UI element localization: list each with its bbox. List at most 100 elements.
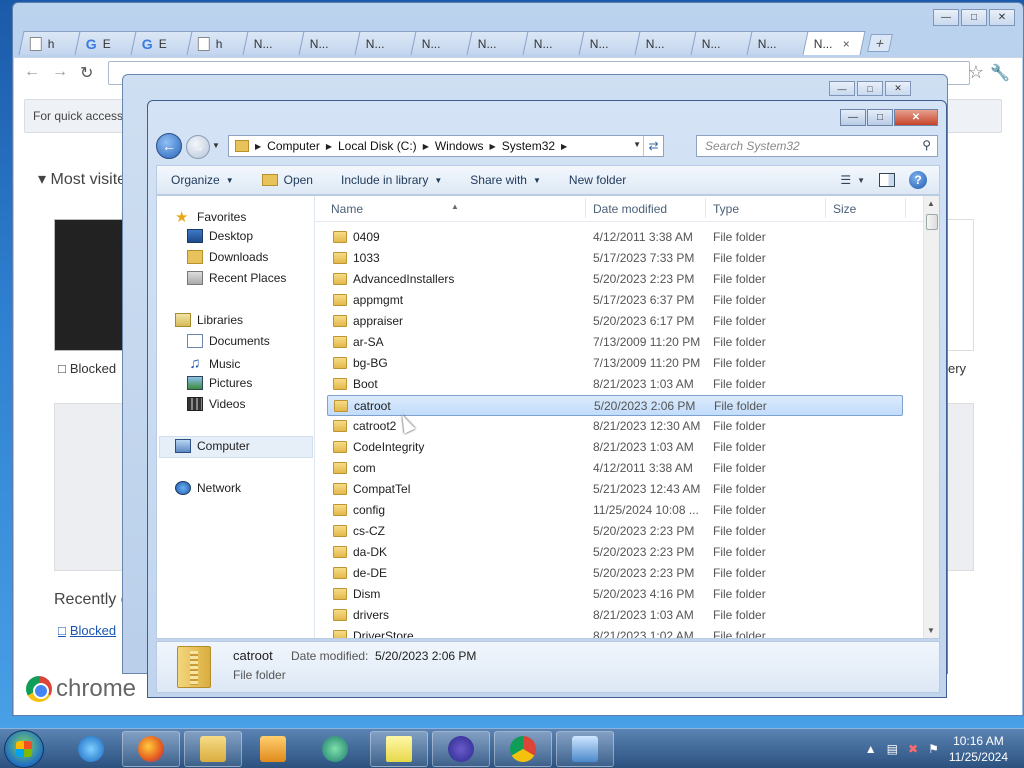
file-row[interactable]: config 11/25/2024 10:08 ... File folder: [327, 500, 903, 521]
explorer-minimize-button[interactable]: —: [840, 109, 866, 126]
forward-button[interactable]: →: [186, 135, 210, 159]
chevron-right-icon[interactable]: ▶: [255, 142, 261, 151]
file-row[interactable]: de-DE 5/20/2023 2:23 PM File folder: [327, 563, 903, 584]
browser-tab[interactable]: N...: [410, 31, 474, 55]
forward-arrow-icon[interactable]: →: [52, 63, 68, 81]
file-row[interactable]: com 4/12/2011 3:38 AM File folder: [327, 458, 903, 479]
right-thumbnail[interactable]: [944, 219, 974, 351]
nav-music[interactable]: ♫ Music: [187, 355, 240, 372]
browser-tab[interactable]: N...: [578, 31, 642, 55]
file-row[interactable]: AdvancedInstallers 5/20/2023 2:23 PM File …: [327, 269, 903, 290]
scroll-up-icon[interactable]: ▲: [927, 199, 935, 208]
file-row[interactable]: cs-CZ 5/20/2023 2:23 PM File folder: [327, 521, 903, 542]
browser-tab[interactable]: N...: [746, 31, 810, 55]
show-hidden-icons-icon[interactable]: ▲: [865, 742, 877, 756]
nav-videos[interactable]: Videos: [187, 397, 245, 411]
wrench-icon[interactable]: 🔧: [990, 63, 1010, 83]
taskbar-visual-studio[interactable]: [432, 731, 490, 767]
nav-libraries[interactable]: Libraries: [175, 313, 243, 327]
browser-tab[interactable]: N...: [354, 31, 418, 55]
browser-tab[interactable]: GE: [130, 31, 194, 55]
scrollbar-thumb[interactable]: [926, 214, 938, 230]
nav-recent-places[interactable]: Recent Places: [187, 271, 286, 285]
file-row[interactable]: drivers 8/21/2023 1:03 AM File folder: [327, 605, 903, 626]
browser-tab[interactable]: N...: [242, 31, 306, 55]
browser-tab[interactable]: N... ×: [802, 31, 866, 55]
nav-network[interactable]: Network: [175, 481, 241, 495]
breadcrumb-item[interactable]: Local Disk (C:) ▶: [338, 139, 429, 153]
browser-tab[interactable]: N...: [522, 31, 586, 55]
back-button[interactable]: ←: [156, 133, 182, 159]
clock[interactable]: 10:16 AM 11/25/2024: [949, 733, 1008, 765]
search-input[interactable]: Search System32 ⚲: [696, 135, 938, 157]
browser-tab[interactable]: N...: [634, 31, 698, 55]
file-row[interactable]: catroot 5/20/2023 2:06 PM File folder: [327, 395, 903, 416]
file-row[interactable]: Boot 8/21/2023 1:03 AM File folder: [327, 374, 903, 395]
nav-favorites[interactable]: ★ Favorites: [175, 208, 246, 226]
column-name[interactable]: Name: [331, 202, 363, 216]
taskbar-explorer[interactable]: [184, 731, 242, 767]
nav-documents[interactable]: Documents: [187, 334, 270, 348]
bg-maximize-button[interactable]: □: [857, 81, 883, 96]
recently-closed-link[interactable]: □ Blocked: [58, 623, 116, 638]
new-folder-button[interactable]: New folder: [555, 166, 640, 194]
browser-tab[interactable]: h: [18, 31, 82, 55]
browser-tab[interactable]: h: [186, 31, 250, 55]
action-center-icon[interactable]: ⚑: [928, 742, 939, 756]
change-view-button[interactable]: ☰ ▼: [840, 173, 865, 187]
column-divider[interactable]: [705, 198, 706, 218]
taskbar-ie[interactable]: [62, 731, 120, 767]
reload-icon[interactable]: ↻: [80, 63, 93, 83]
chevron-right-icon[interactable]: ▶: [423, 142, 429, 151]
vertical-scrollbar[interactable]: ▲ ▼: [923, 196, 939, 638]
file-row[interactable]: CompatTel 5/21/2023 12:43 AM File folder: [327, 479, 903, 500]
file-row[interactable]: bg-BG 7/13/2009 11:20 PM File folder: [327, 353, 903, 374]
network-status-icon[interactable]: ▤: [887, 742, 898, 756]
bg-minimize-button[interactable]: —: [829, 81, 855, 96]
chevron-right-icon[interactable]: ▶: [561, 142, 567, 151]
back-arrow-icon[interactable]: ←: [24, 63, 40, 81]
file-row[interactable]: 1033 5/17/2023 7:33 PM File folder: [327, 248, 903, 269]
breadcrumb-item[interactable]: Computer ▶: [267, 139, 332, 153]
file-row[interactable]: DriverStore 8/21/2023 1:02 AM File folder: [327, 626, 903, 638]
explorer-maximize-button[interactable]: □: [867, 109, 893, 126]
taskbar-chrome[interactable]: [494, 731, 552, 767]
chevron-right-icon[interactable]: ▶: [490, 142, 496, 151]
new-tab-button[interactable]: +: [867, 34, 893, 52]
help-icon[interactable]: ?: [909, 171, 927, 189]
open-button[interactable]: Open: [248, 166, 327, 194]
share-with-button[interactable]: Share with ▼: [456, 166, 555, 194]
nav-pictures[interactable]: Pictures: [187, 376, 252, 390]
refresh-icon[interactable]: ⇄: [643, 136, 663, 156]
column-divider[interactable]: [585, 198, 586, 218]
taskbar-sticky-notes[interactable]: [370, 731, 428, 767]
taskbar-media-player[interactable]: [244, 731, 302, 767]
search-icon[interactable]: ⚲: [922, 138, 931, 152]
taskbar-firefox[interactable]: [122, 731, 180, 767]
most-visited-thumbnail[interactable]: [54, 219, 124, 351]
address-bar[interactable]: ▶ Computer ▶ Local Disk (C:) ▶ Windows ▶ Syste…: [228, 135, 664, 157]
star-icon[interactable]: ☆: [968, 62, 984, 83]
organize-button[interactable]: Organize ▼: [157, 166, 248, 194]
bg-close-button[interactable]: ✕: [885, 81, 911, 96]
right-thumbnail-caption[interactable]: ery: [948, 361, 966, 376]
nav-downloads[interactable]: Downloads: [187, 250, 268, 264]
chevron-right-icon[interactable]: ▶: [326, 142, 332, 151]
close-tab-icon[interactable]: ×: [843, 37, 850, 51]
column-divider[interactable]: [905, 198, 906, 218]
volume-muted-icon[interactable]: ✖: [908, 742, 918, 756]
chrome-maximize-button[interactable]: □: [961, 9, 987, 26]
file-row[interactable]: appmgmt 5/17/2023 6:37 PM File folder: [327, 290, 903, 311]
file-row[interactable]: 0409 4/12/2011 3:38 AM File folder: [327, 227, 903, 248]
browser-tab[interactable]: N...: [690, 31, 754, 55]
taskbar-app[interactable]: [306, 731, 364, 767]
recent-pages-dropdown-icon[interactable]: ▼: [212, 141, 220, 150]
preview-pane-icon[interactable]: [879, 173, 895, 187]
thumbnail-caption[interactable]: □ Blocked: [58, 361, 116, 376]
include-in-library-button[interactable]: Include in library ▼: [327, 166, 456, 194]
column-size[interactable]: Size: [833, 202, 856, 216]
nav-desktop[interactable]: Desktop: [187, 229, 253, 243]
chrome-minimize-button[interactable]: —: [933, 9, 959, 26]
file-row[interactable]: ar-SA 7/13/2009 11:20 PM File folder: [327, 332, 903, 353]
browser-tab[interactable]: GE: [74, 31, 138, 55]
